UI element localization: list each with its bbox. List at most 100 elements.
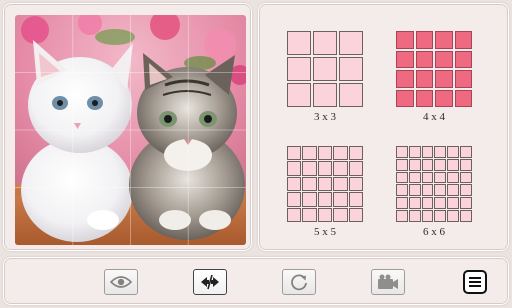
grid-cell (287, 57, 311, 81)
grid-preview-4x4 (396, 31, 472, 107)
grid-cell (348, 192, 363, 207)
grid-cell (434, 197, 447, 210)
grid-option-label: 3 x 3 (314, 111, 336, 123)
toolbar (3, 257, 509, 305)
grid-cell (460, 184, 472, 197)
grid-cell (434, 146, 447, 158)
grid-cell (396, 31, 414, 49)
grid-cell (447, 158, 460, 171)
grid-cell (339, 83, 363, 107)
grid-cell (333, 176, 348, 192)
grid-cell (454, 31, 472, 49)
grid-cell (302, 192, 317, 207)
grid-cell (339, 57, 363, 81)
grid-cell (421, 146, 434, 158)
grid-cell (287, 192, 302, 207)
grid-cell (415, 50, 433, 68)
grid-option-6x6[interactable]: 6 x 6 (396, 146, 472, 242)
grid-cell (434, 210, 447, 222)
puzzle-panel (3, 3, 252, 251)
grid-preview-3x3 (287, 31, 363, 107)
grid-option-4x4[interactable]: 4 x 4 (396, 31, 472, 127)
eye-icon (110, 276, 132, 288)
grid-cell (447, 197, 460, 210)
grid-cell (447, 210, 460, 222)
grid-cell (408, 210, 421, 222)
grid-preview-6x6 (396, 146, 472, 222)
grid-cell (317, 192, 333, 207)
grid-cell (317, 176, 333, 192)
grid-cell (333, 207, 348, 222)
grid-cell (435, 31, 453, 49)
grid-option-5x5[interactable]: 5 x 5 (287, 146, 363, 242)
grid-cell (454, 50, 472, 68)
grid-option-label: 6 x 6 (423, 226, 445, 238)
grid-cell (287, 146, 302, 161)
grid-cell (447, 184, 460, 197)
grid-cell (460, 171, 472, 184)
grid-cell (287, 161, 302, 176)
grid-cell (421, 171, 434, 184)
grid-cell (287, 83, 311, 107)
grid-cell (348, 207, 363, 222)
grid-cell (302, 161, 317, 176)
grid-option-3x3[interactable]: 3 x 3 (287, 31, 363, 127)
grid-cell (396, 89, 414, 107)
grid-cell (408, 197, 421, 210)
grid-cell (302, 146, 317, 161)
grid-cell (421, 158, 434, 171)
grid-cell (454, 70, 472, 88)
camera-button[interactable] (371, 269, 405, 295)
menu-button[interactable] (462, 269, 488, 295)
grid-cell (313, 83, 337, 107)
preview-button[interactable] (104, 269, 138, 295)
grid-cell (421, 197, 434, 210)
grid-cell (421, 210, 434, 222)
grid-cell (287, 31, 311, 55)
grid-cell (435, 70, 453, 88)
grid-cell (434, 171, 447, 184)
grid-cell (396, 158, 408, 171)
grid-cell (339, 31, 363, 55)
grid-cell (434, 158, 447, 171)
grid-cell (333, 161, 348, 176)
grid-cell (434, 184, 447, 197)
grid-cell (460, 197, 472, 210)
grid-cell (415, 31, 433, 49)
grid-cell (447, 146, 460, 158)
grid-cell (348, 146, 363, 161)
grid-cell (348, 176, 363, 192)
grid-preview-5x5 (287, 146, 363, 222)
grid-size-panel: 3 x 3 4 x 4 5 x 5 6 x 6 (258, 3, 509, 251)
shuffle-button[interactable] (282, 269, 316, 295)
grid-cell (460, 210, 472, 222)
grid-cell (460, 158, 472, 171)
grid-cell (313, 31, 337, 55)
grid-cell (408, 158, 421, 171)
grid-cell (313, 57, 337, 81)
grid-cell (333, 192, 348, 207)
swap-arrows-icon (201, 274, 219, 290)
grid-cell (415, 89, 433, 107)
grid-cell (396, 210, 408, 222)
grid-cell (435, 89, 453, 107)
grid-cell (396, 171, 408, 184)
grid-cell (408, 184, 421, 197)
grid-cell (421, 184, 434, 197)
grid-cell (396, 70, 414, 88)
grid-cell (408, 146, 421, 158)
puzzle-image[interactable] (15, 15, 246, 245)
grid-cell (396, 184, 408, 197)
swap-button[interactable] (193, 269, 227, 295)
menu-icon (463, 270, 487, 294)
grid-cell (396, 50, 414, 68)
grid-cell (333, 146, 348, 161)
puzzle-board[interactable] (15, 15, 246, 245)
grid-cell (317, 161, 333, 176)
grid-cell (460, 146, 472, 158)
grid-cell (302, 176, 317, 192)
grid-cell (317, 146, 333, 161)
grid-cell (287, 176, 302, 192)
grid-cell (348, 161, 363, 176)
grid-cell (454, 89, 472, 107)
